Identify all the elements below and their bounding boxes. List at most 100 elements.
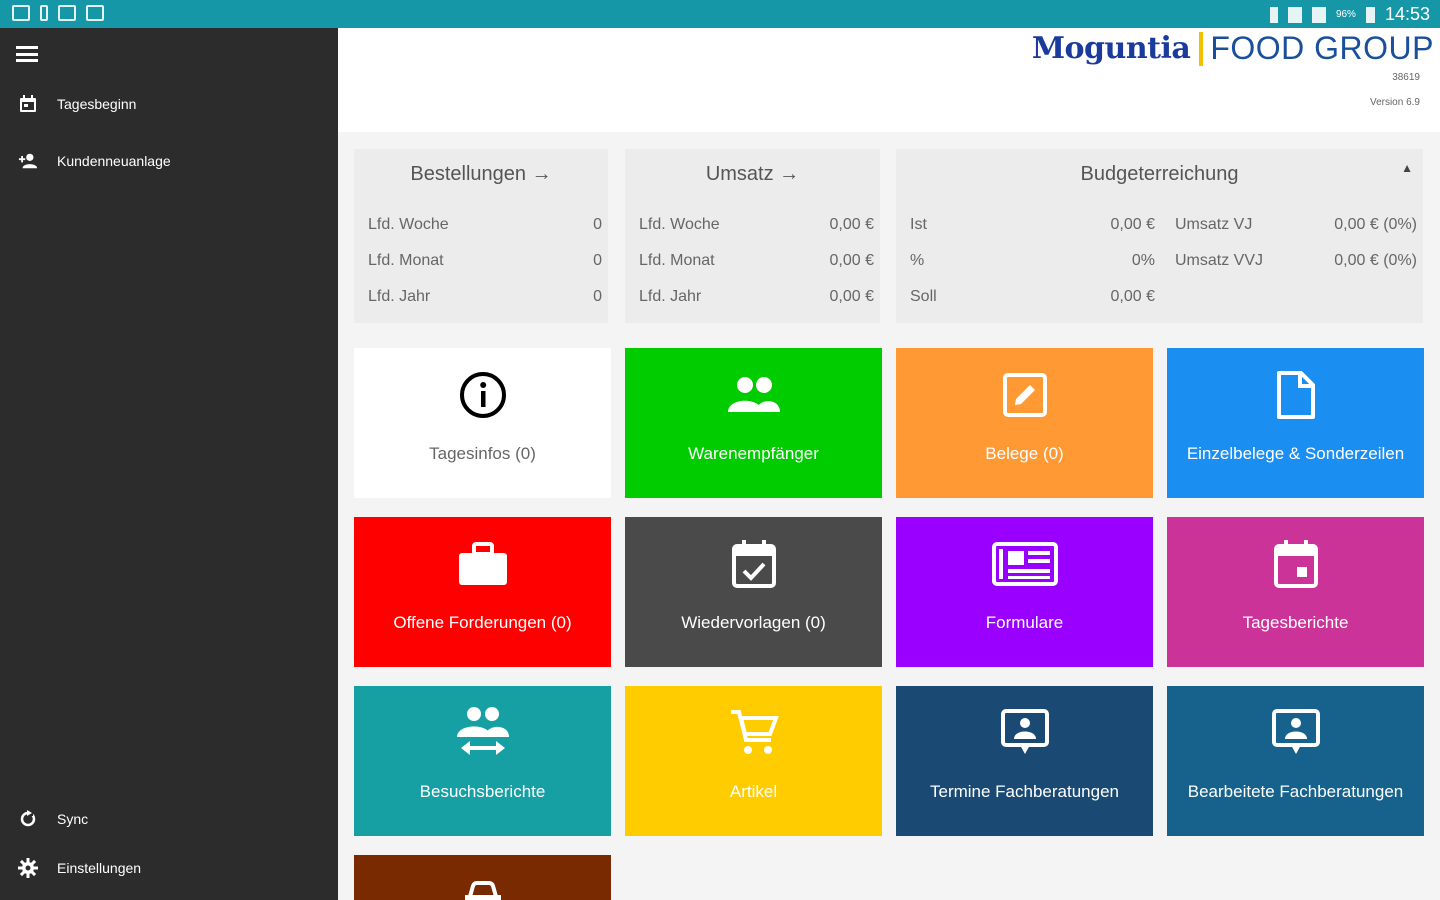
tile-tagesberichte[interactable]: Tagesberichte <box>1167 517 1424 667</box>
logo-suffix: FOOD GROUP <box>1210 30 1434 66</box>
tile-warenempfaenger[interactable]: Warenempfänger <box>625 348 882 498</box>
tile-wiedervorlagen[interactable]: Wiedervorlagen (0) <box>625 517 882 667</box>
stats-label: Lfd. Woche <box>368 216 449 233</box>
tile-termine-fachberatungen[interactable]: Termine Fachberatungen <box>896 686 1153 836</box>
calendar-day-icon <box>1167 539 1424 589</box>
status-bar: 96% 14:53 <box>0 0 1440 28</box>
stats-value: 0 <box>593 252 602 269</box>
wifi-icon <box>1287 6 1302 23</box>
tile-belege[interactable]: Belege (0) <box>896 348 1153 498</box>
logo-divider <box>1199 31 1204 66</box>
briefcase-icon <box>354 539 611 589</box>
sidebar: Tagesbeginn Kundenneuanlage Sync Einstel… <box>0 28 338 900</box>
clock: 14:53 <box>1384 4 1430 24</box>
stats-label: Umsatz VVJ <box>1175 252 1264 269</box>
sidebar-item-einstellungen[interactable]: Einstellungen <box>0 848 338 888</box>
tile-label: Besuchsberichte <box>419 782 546 801</box>
tile-label: Tagesberichte <box>1242 613 1349 632</box>
info-icon <box>354 370 611 420</box>
calendar-check-icon <box>625 539 882 589</box>
car-icon <box>354 881 611 900</box>
app-version: Version 6.9 <box>1369 97 1420 108</box>
stats-value: 0,00 € (0%) <box>1334 216 1417 233</box>
stats-label: Lfd. Monat <box>368 252 444 269</box>
sidebar-item-label: Einstellungen <box>57 860 142 876</box>
stats-label: Lfd. Monat <box>639 252 715 269</box>
tile-label: Offene Forderungen (0) <box>393 613 572 632</box>
stats-card-budget: Budgeterreichung ▲ Ist 0,00 € Umsatz VJ … <box>896 149 1423 323</box>
tile-label: Tagesinfos (0) <box>429 444 536 463</box>
tile-label: Wiedervorlagen (0) <box>681 613 826 632</box>
stats-value: 0 <box>593 216 602 233</box>
main-content: Moguntia FOOD GROUP 38619 Version 6.9 Be… <box>338 28 1440 900</box>
people-swap-icon <box>354 707 611 758</box>
collapse-caret-icon[interactable]: ▲ <box>1401 161 1413 175</box>
tile-artikel[interactable]: Artikel <box>625 686 882 836</box>
sidebar-item-label: Kundenneuanlage <box>57 153 171 169</box>
tile-label: Einzelbelege & Sonderzeilen <box>1186 444 1405 463</box>
stats-card-revenue[interactable]: Umsatz → Lfd. Woche 0,00 € Lfd. Monat 0,… <box>625 149 880 323</box>
stats-label: Umsatz VJ <box>1175 216 1253 233</box>
presentation-icon <box>896 708 1153 758</box>
battery-percent: 96% <box>1335 9 1356 20</box>
company-logo: Moguntia FOOD GROUP <box>1032 30 1434 67</box>
stats-value: 0% <box>1131 252 1155 269</box>
stats-value: 0,00 € <box>829 252 874 269</box>
user-id: 38619 <box>1392 72 1420 83</box>
tile-label: Warenempfänger <box>688 444 819 463</box>
tile-tagesinfos[interactable]: Tagesinfos (0) <box>354 348 611 498</box>
stats-title: Bestellungen → <box>410 163 552 185</box>
sidebar-item-sync[interactable]: Sync <box>0 799 338 839</box>
tile-label: Termine Fachberatungen <box>929 782 1119 801</box>
stats-value: 0,00 € (0%) <box>1334 252 1417 269</box>
usb-icon <box>40 5 48 21</box>
sidebar-item-label: Sync <box>57 811 89 827</box>
stats-label: Soll <box>910 288 937 305</box>
stats-title: Umsatz → <box>705 163 800 185</box>
document-icon <box>1167 370 1424 420</box>
menu-icon[interactable] <box>16 46 38 62</box>
bluetooth-icon <box>1269 6 1278 23</box>
sync-icon <box>18 809 38 829</box>
tile-bearbeitete-fachberatungen[interactable]: Bearbeitete Fachberatungen <box>1167 686 1424 836</box>
sidebar-item-tagesbeginn[interactable]: Tagesbeginn <box>0 84 338 124</box>
stats-value: 0,00 € <box>829 288 874 305</box>
stats-title: Budgeterreichung <box>1080 163 1239 185</box>
sidebar-item-label: Tagesbeginn <box>57 96 137 112</box>
stats-label: Lfd. Woche <box>639 216 720 233</box>
screen-icon <box>58 5 76 21</box>
gear-icon <box>18 858 38 878</box>
stats-value: 0,00 € <box>1110 216 1155 233</box>
mail-icon <box>12 5 30 21</box>
stats-value: 0,00 € <box>829 216 874 233</box>
stats-label: Lfd. Jahr <box>639 288 702 305</box>
people-icon <box>625 370 882 420</box>
add-person-icon <box>18 151 38 171</box>
header: Moguntia FOOD GROUP 38619 Version 6.9 <box>338 28 1440 132</box>
tile-label: Bearbeitete Fachberatungen <box>1187 782 1404 801</box>
edit-icon <box>896 370 1153 420</box>
stats-label: Lfd. Jahr <box>368 288 431 305</box>
stats-card-orders[interactable]: Bestellungen → Lfd. Woche 0 Lfd. Monat 0… <box>354 149 608 323</box>
stats-value: 0,00 € <box>1110 288 1155 305</box>
gallery-icon <box>86 5 104 21</box>
signal-icon <box>1311 6 1326 23</box>
notification-icons <box>12 5 104 21</box>
tile-besuchsberichte[interactable]: Besuchsberichte <box>354 686 611 836</box>
calendar-icon <box>18 94 38 114</box>
tile-fahrzeug[interactable] <box>354 855 611 900</box>
tile-label: Formulare <box>985 613 1064 632</box>
tile-label: Belege (0) <box>985 444 1064 463</box>
presentation-icon <box>1167 708 1424 758</box>
sidebar-item-kundenneuanlage[interactable]: Kundenneuanlage <box>0 141 338 181</box>
tile-einzelbelege-sonderzeilen[interactable]: Einzelbelege & Sonderzeilen <box>1167 348 1424 498</box>
tile-offene-forderungen[interactable]: Offene Forderungen (0) <box>354 517 611 667</box>
stats-label: Ist <box>910 216 927 233</box>
cart-icon <box>625 708 882 758</box>
logo-brand: Moguntia <box>1031 31 1191 66</box>
stats-label: % <box>910 252 925 269</box>
stats-value: 0 <box>593 288 602 305</box>
tile-label: Artikel <box>729 782 778 801</box>
tile-formulare[interactable]: Formulare <box>896 517 1153 667</box>
battery-icon <box>1365 6 1375 23</box>
